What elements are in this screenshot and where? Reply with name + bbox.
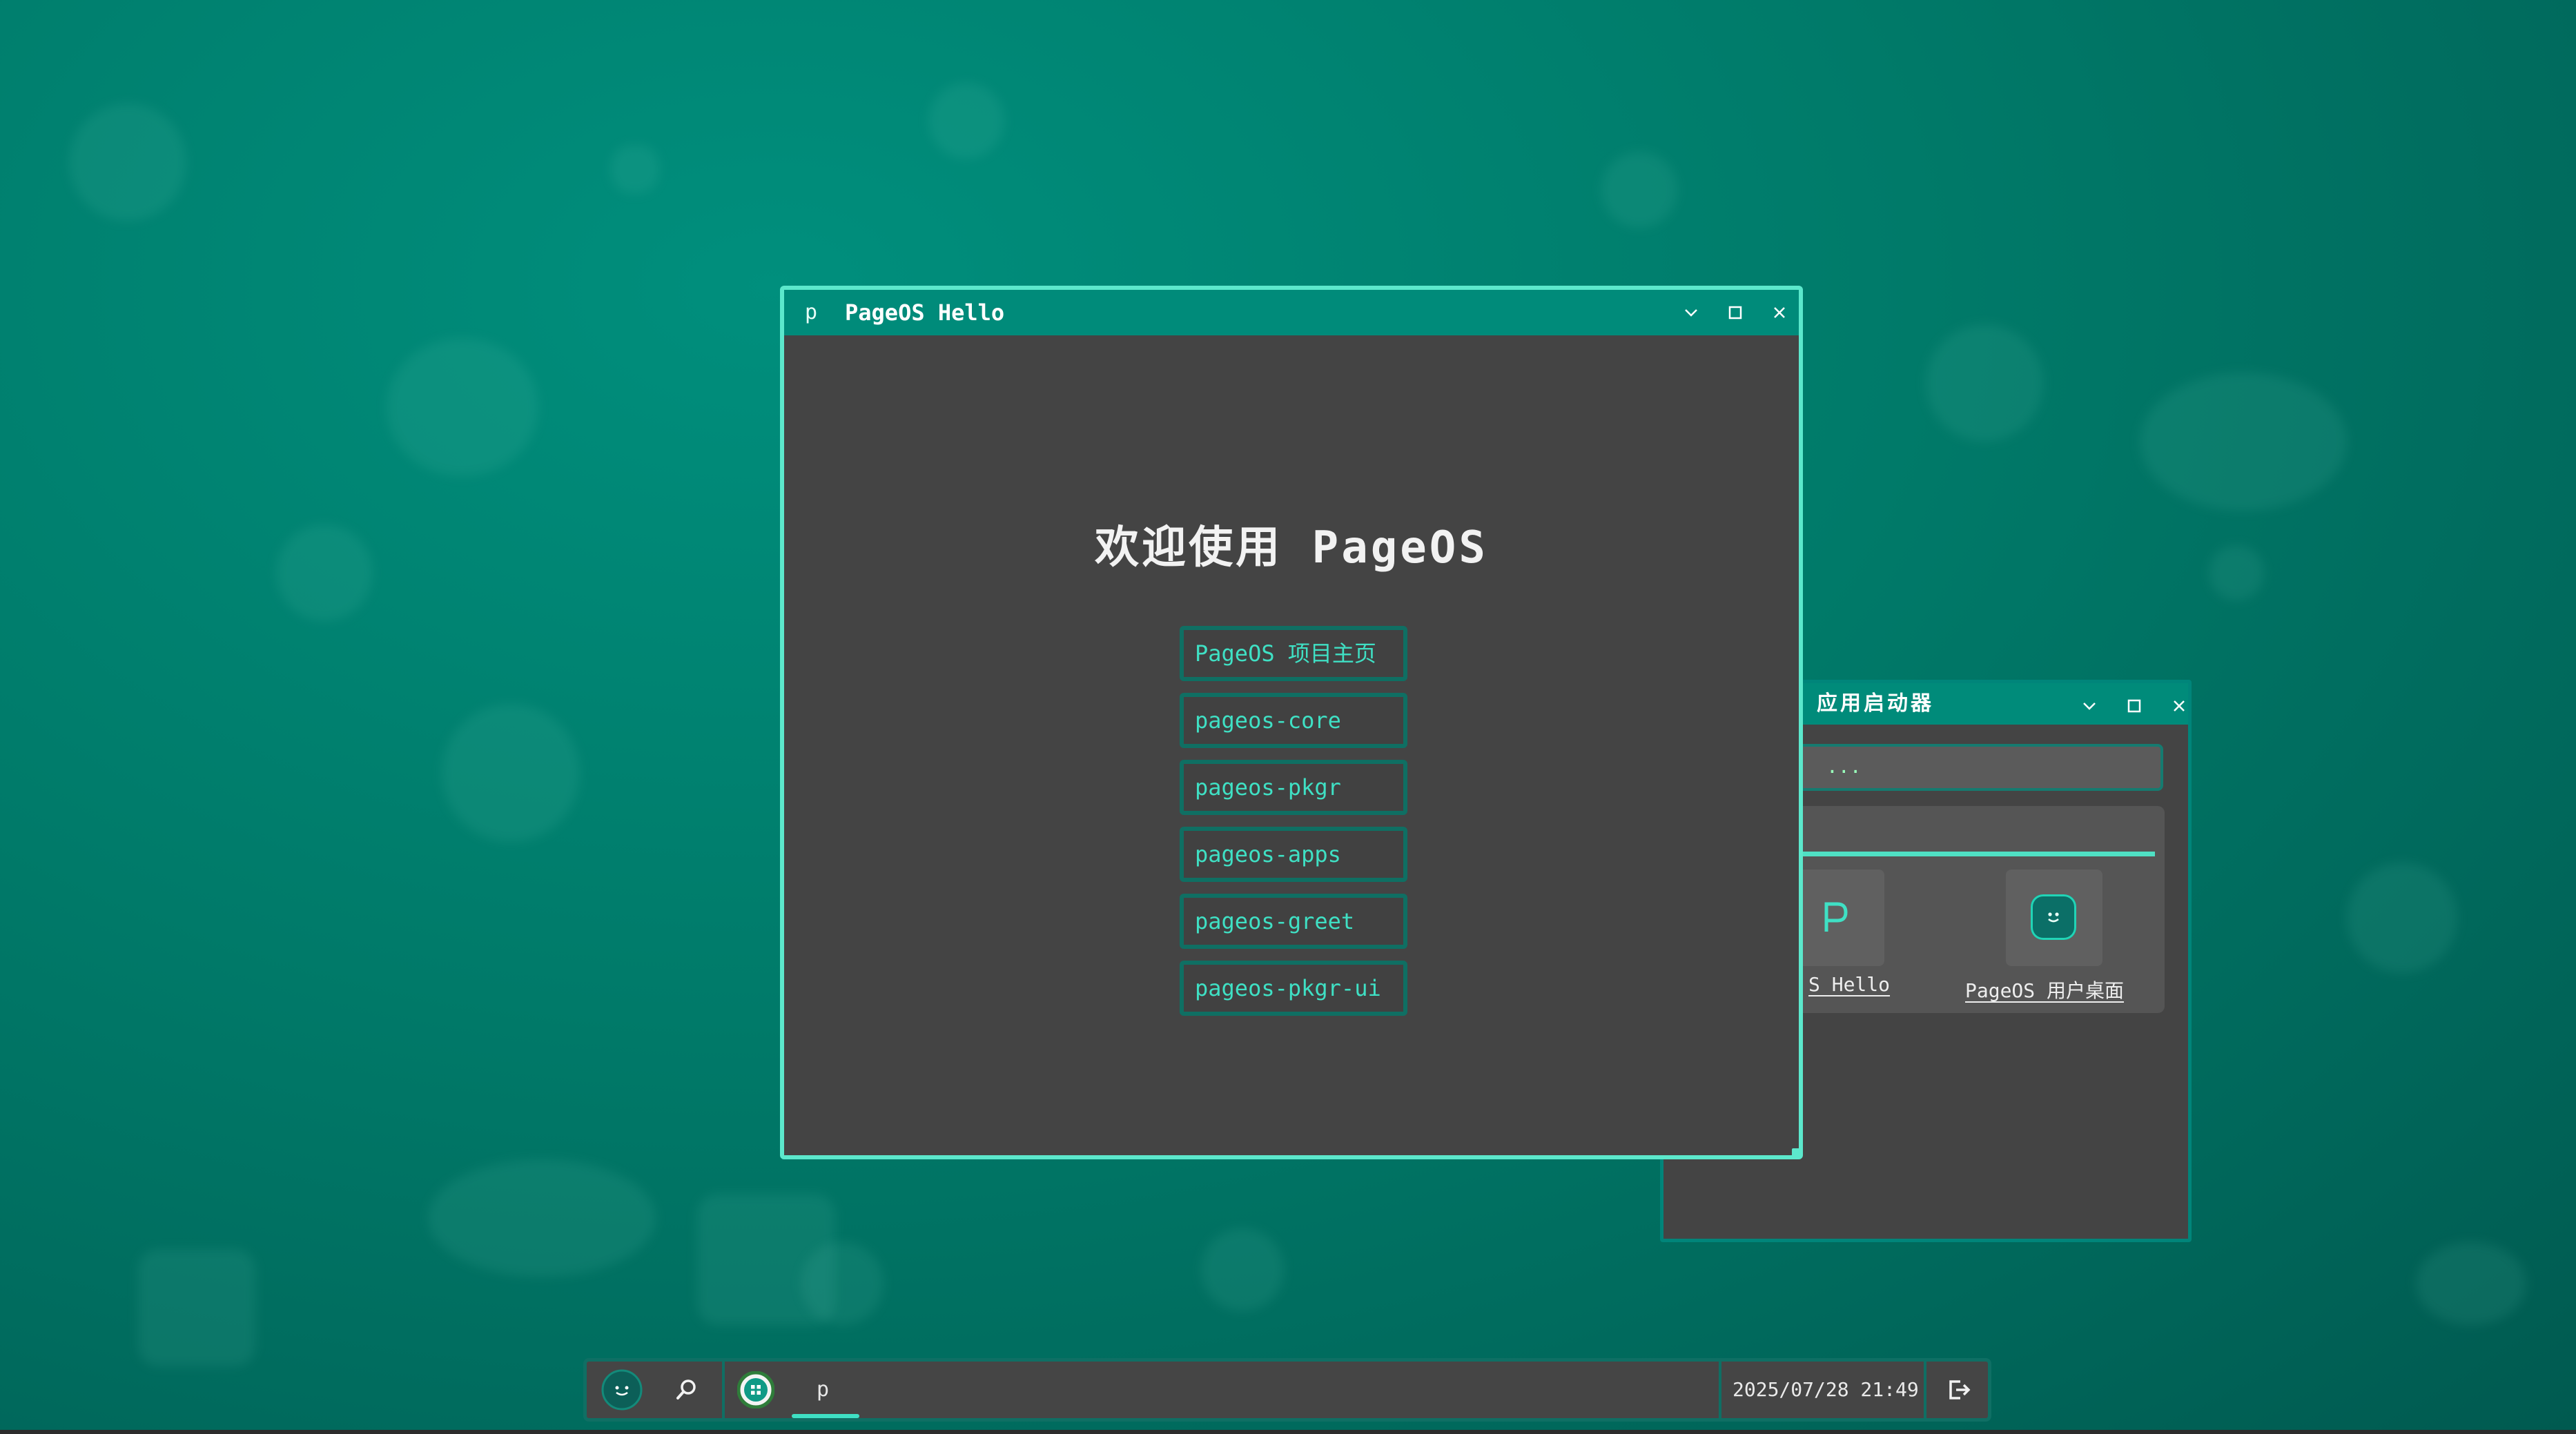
app-grid-icon	[737, 1371, 774, 1408]
window-title: PageOS Hello	[845, 299, 1005, 326]
app-launcher-button[interactable]	[732, 1362, 780, 1418]
close-icon	[2174, 700, 2185, 711]
maximize-button[interactable]	[1715, 290, 1756, 335]
link-pageos-pkgr-ui[interactable]: pageos-pkgr-ui	[1180, 961, 1407, 1016]
welcome-heading: 欢迎使用 PageOS	[1095, 522, 1488, 573]
square-icon	[1728, 306, 1742, 320]
app-label-user-desktop[interactable]: PageOS 用户桌面	[1965, 976, 2124, 1003]
chevron-down-icon	[1685, 309, 1697, 317]
letter-p-icon	[1824, 902, 1848, 932]
link-list: PageOS 项目主页 pageos-core pageos-pkgr page…	[1180, 626, 1407, 1028]
active-task-indicator	[792, 1414, 859, 1418]
start-menu-button[interactable]	[594, 1362, 650, 1418]
close-icon	[1774, 307, 1785, 318]
link-pageos-core[interactable]: pageos-core	[1180, 693, 1407, 748]
clock: 2025/07/28 21:49	[1733, 1378, 1919, 1401]
square-icon	[2127, 699, 2141, 713]
search-icon	[676, 1379, 696, 1399]
app-label-pageos-hello[interactable]: S Hello	[1808, 973, 1890, 996]
app-icon-letter: p	[805, 300, 818, 324]
hello-titlebar[interactable]: p PageOS Hello	[784, 290, 1799, 335]
taskbar-separator	[722, 1362, 725, 1418]
hello-content: 欢迎使用 PageOS PageOS 项目主页 pageos-core page…	[784, 335, 1800, 1157]
task-label: p	[817, 1377, 830, 1402]
close-button[interactable]	[1759, 290, 1800, 335]
link-project-home[interactable]: PageOS 项目主页	[1180, 626, 1407, 681]
app-tile-user-desktop[interactable]	[2006, 870, 2102, 966]
maximize-button[interactable]	[2114, 683, 2155, 729]
smiley-face-icon	[2031, 894, 2076, 940]
smiley-face-icon	[601, 1369, 643, 1411]
logout-button[interactable]	[1933, 1362, 1985, 1418]
link-pageos-pkgr[interactable]: pageos-pkgr	[1180, 760, 1407, 815]
link-pageos-greet[interactable]: pageos-greet	[1180, 894, 1407, 949]
minimize-button[interactable]	[2069, 683, 2110, 729]
search-button[interactable]	[658, 1362, 715, 1418]
chevron-down-icon	[2083, 703, 2096, 710]
link-pageos-apps[interactable]: pageos-apps	[1180, 827, 1407, 882]
resize-handle[interactable]	[1792, 1148, 1800, 1157]
launcher-title: 应用启动器	[1817, 691, 1934, 716]
logout-icon	[1949, 1380, 1971, 1399]
taskbar: p 2025/07/28 21:49	[583, 1358, 1991, 1422]
close-button[interactable]	[2158, 683, 2200, 729]
taskbar-separator	[1719, 1362, 1721, 1418]
pageos-hello-window[interactable]: p PageOS Hello 欢迎使用 PageOS PageOS 项目主页 p…	[780, 286, 1803, 1159]
taskbar-separator	[1924, 1362, 1926, 1418]
screen-bottom-edge	[0, 1430, 2576, 1434]
minimize-button[interactable]	[1670, 290, 1712, 335]
search-placeholder: ...	[1826, 755, 1862, 778]
